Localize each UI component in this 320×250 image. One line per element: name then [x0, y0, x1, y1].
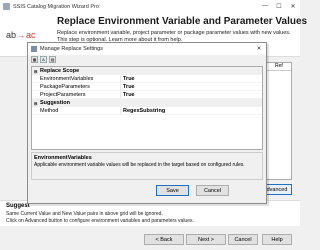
minimize-icon[interactable]: — [258, 3, 272, 10]
property-value[interactable]: True [120, 91, 135, 98]
wizard-footer: < Back Next > Cancel Help [0, 228, 300, 250]
property-row[interactable]: Method RegexSubstring [32, 107, 262, 115]
window-title: SSIS Catalog Migration Wizard Pro [13, 3, 99, 10]
property-row[interactable]: EnvironmentVariables True [32, 75, 262, 83]
property-value[interactable]: RegexSubstring [120, 107, 165, 114]
property-value[interactable]: True [120, 75, 135, 82]
property-name: Method [40, 107, 59, 114]
category-suggestion[interactable]: ⊟ Suggestion [32, 99, 262, 107]
dialog-cancel-button[interactable]: Cancel [196, 185, 229, 196]
next-button[interactable]: Next > [186, 234, 226, 245]
property-name: ProjectParameters [40, 91, 86, 98]
close-icon[interactable]: ✕ [286, 3, 300, 10]
sort-alphabetical-icon[interactable]: A [40, 56, 47, 63]
property-pages-icon[interactable]: ▤ [49, 56, 56, 63]
dialog-close-icon[interactable]: ✕ [252, 46, 266, 52]
maximize-icon[interactable]: ☐ [272, 3, 286, 10]
property-toolbar: ▦ A ▤ [28, 55, 266, 64]
property-row[interactable]: ProjectParameters True [32, 91, 262, 99]
back-button[interactable]: < Back [144, 234, 184, 245]
property-description-panel: EnvironmentVariables Applicable environm… [31, 152, 263, 180]
app-icon [3, 3, 10, 10]
grid-column-ref: Ref [275, 63, 283, 69]
window-controls: — ☐ ✕ [258, 3, 300, 10]
category-replace-scope[interactable]: ⊟ Replace Scope [32, 67, 262, 75]
description-text: Applicable environment variable values w… [34, 162, 245, 168]
suggest-text: Same Current Value and New Value pairs i… [6, 211, 194, 224]
property-grid[interactable]: ⊟ Replace Scope EnvironmentVariables Tru… [31, 66, 263, 150]
dialog-title: Manage Replace Settings [40, 46, 103, 52]
page-title: Replace Environment Variable and Paramet… [57, 16, 308, 27]
property-value[interactable]: True [120, 83, 135, 90]
help-button[interactable]: Help [262, 234, 292, 245]
property-name: PackageParameters [40, 83, 90, 90]
cancel-button[interactable]: Cancel [228, 234, 258, 245]
categorized-icon[interactable]: ▦ [31, 56, 38, 63]
dialog-app-icon [31, 46, 37, 52]
description-title: EnvironmentVariables [34, 155, 92, 161]
save-button[interactable]: Save [156, 185, 189, 196]
property-row[interactable]: PackageParameters True [32, 83, 262, 91]
manage-replace-settings-dialog: Manage Replace Settings ✕ ▦ A ▤ ⊟ Replac… [27, 42, 267, 204]
property-name: EnvironmentVariables [40, 75, 94, 82]
dialog-title-bar: Manage Replace Settings ✕ [28, 43, 266, 55]
title-bar: SSIS Catalog Migration Wizard Pro — ☐ ✕ [0, 0, 300, 13]
